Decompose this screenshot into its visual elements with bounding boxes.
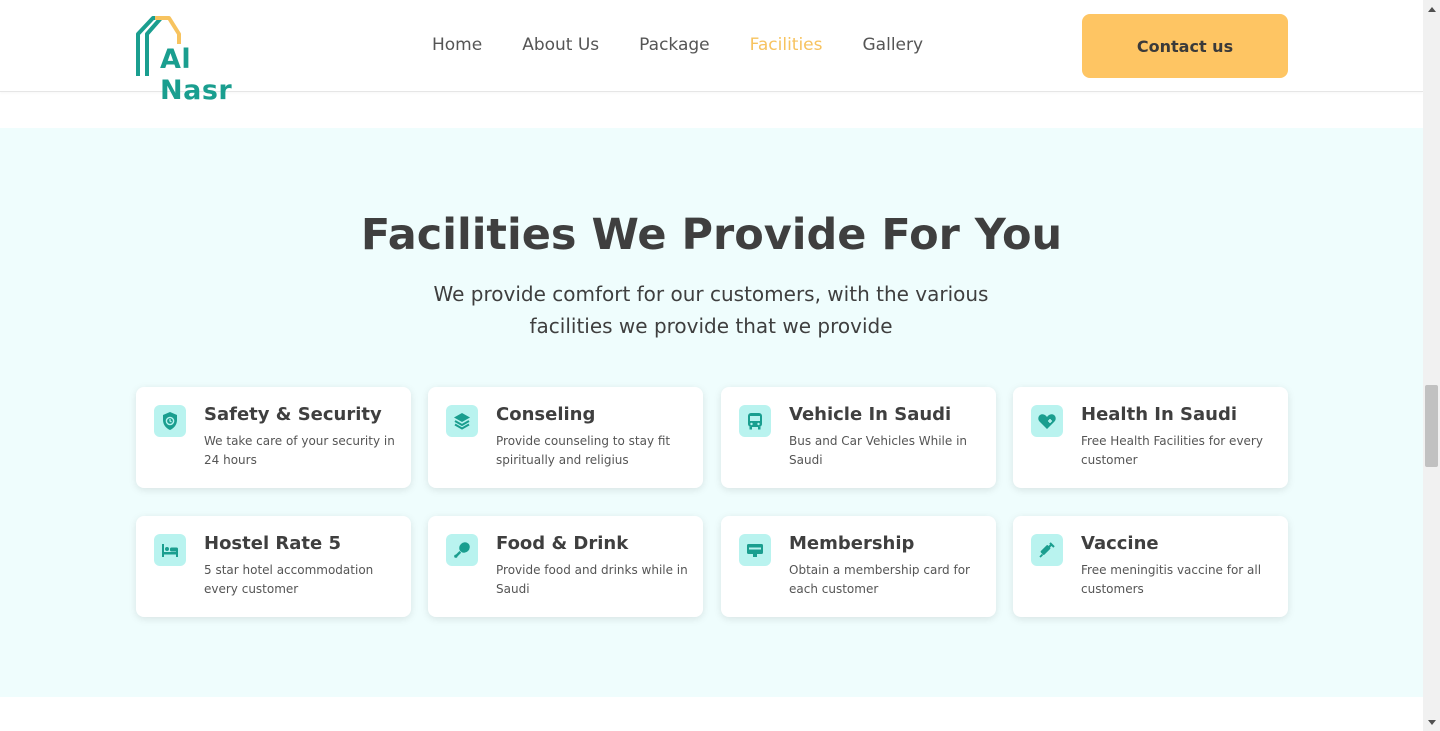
facility-desc: We take care of your security in 24 hour… bbox=[204, 434, 395, 467]
section-title: Facilities We Provide For You bbox=[360, 210, 1063, 260]
facility-card-food[interactable]: Food & Drink Provide food and drinks whi… bbox=[428, 516, 703, 617]
section-subtitle: We provide comfort for our customers, wi… bbox=[433, 282, 989, 338]
site-header: Al Nasr Home About Us Package Facilities… bbox=[0, 0, 1423, 106]
facility-desc: Provide counseling to stay fit spiritual… bbox=[496, 434, 671, 467]
layers-icon bbox=[446, 405, 478, 437]
logo-text: Al Nasr bbox=[160, 44, 233, 106]
facility-desc: Obtain a membership card for each custom… bbox=[789, 563, 970, 596]
main-nav: Home About Us Package Facilities Gallery bbox=[432, 33, 923, 57]
scroll-up-arrow-icon[interactable] bbox=[1423, 0, 1440, 17]
facility-card-conseling[interactable]: Conseling Provide counseling to stay fit… bbox=[428, 387, 703, 488]
facility-title: Hostel Rate 5 bbox=[204, 533, 342, 554]
facilities-section: Facilities We Provide For You We provide… bbox=[0, 128, 1423, 697]
contact-us-button[interactable]: Contact us bbox=[1082, 14, 1288, 78]
facility-desc: 5 star hotel accommodation every custome… bbox=[204, 563, 374, 596]
nav-home[interactable]: Home bbox=[432, 33, 482, 57]
nav-facilities[interactable]: Facilities bbox=[750, 33, 823, 57]
bed-icon bbox=[154, 534, 186, 566]
vertical-scrollbar[interactable] bbox=[1423, 0, 1440, 731]
nav-about-us[interactable]: About Us bbox=[522, 33, 599, 57]
nav-package[interactable]: Package bbox=[639, 33, 709, 57]
facility-card-vaccine[interactable]: Vaccine Free meningitis vaccine for all … bbox=[1013, 516, 1288, 617]
facility-card-hostel[interactable]: Hostel Rate 5 5 star hotel accommodation… bbox=[136, 516, 411, 617]
facility-card-membership[interactable]: Membership Obtain a membership card for … bbox=[721, 516, 996, 617]
heart-plus-icon bbox=[1031, 405, 1063, 437]
facility-desc: Provide food and drinks while in Saudi bbox=[496, 563, 688, 596]
facility-desc: Bus and Car Vehicles While in Saudi bbox=[789, 434, 968, 467]
facility-card-safety[interactable]: Safety & Security We take care of your s… bbox=[136, 387, 411, 488]
nav-gallery[interactable]: Gallery bbox=[863, 33, 924, 57]
facility-title: Safety & Security bbox=[204, 404, 382, 425]
card-icon bbox=[739, 534, 771, 566]
bus-icon bbox=[739, 405, 771, 437]
facility-title: Vaccine bbox=[1081, 533, 1159, 554]
facility-title: Conseling bbox=[496, 404, 596, 425]
facility-card-health[interactable]: Health In Saudi Free Health Facilities f… bbox=[1013, 387, 1288, 488]
shield-clock-icon bbox=[154, 405, 186, 437]
scroll-down-arrow-icon[interactable] bbox=[1423, 714, 1440, 731]
facility-title: Food & Drink bbox=[496, 533, 629, 554]
facility-title: Health In Saudi bbox=[1081, 404, 1238, 425]
facility-desc: Free Health Facilities for every custome… bbox=[1081, 434, 1263, 467]
logo[interactable]: Al Nasr bbox=[135, 14, 265, 106]
drumstick-icon bbox=[446, 534, 478, 566]
syringe-icon bbox=[1031, 534, 1063, 566]
facility-desc: Free meningitis vaccine for all customer… bbox=[1081, 563, 1262, 596]
scrollbar-thumb[interactable] bbox=[1425, 385, 1438, 467]
facility-card-vehicle[interactable]: Vehicle In Saudi Bus and Car Vehicles Wh… bbox=[721, 387, 996, 488]
facility-title: Membership bbox=[789, 533, 915, 554]
facility-title: Vehicle In Saudi bbox=[789, 404, 952, 425]
